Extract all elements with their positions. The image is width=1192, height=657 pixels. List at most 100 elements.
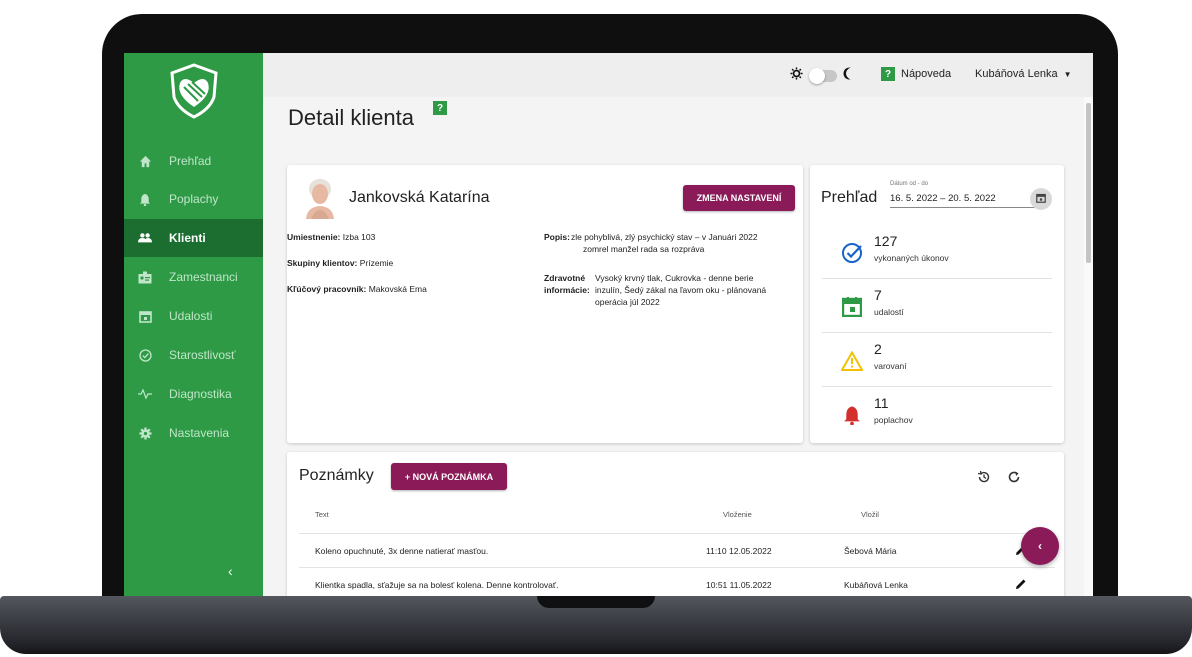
health-label-1: Zdravotné [544, 273, 586, 283]
stat-events: 7 udalostí [822, 279, 1052, 333]
sidebar-item-label: Nastavenia [169, 426, 230, 440]
home-icon [138, 154, 152, 168]
description-line-2: zomrel manžel rada sa rozpráva [583, 244, 705, 254]
stat-value: 2 [874, 341, 882, 357]
client-groups-field: Skupiny klientov: Prízemie [287, 257, 393, 269]
stat-label: poplachov [874, 415, 913, 425]
overview-card: Prehľad Dátum od - do 16. 5. 2022 – 20. … [810, 165, 1064, 443]
stat-label: udalostí [874, 307, 904, 317]
overview-title: Prehľad [821, 189, 878, 206]
sidebar-item-zamestnanci[interactable]: Zamestnanci [124, 258, 263, 296]
description-label: Popis: [544, 232, 570, 242]
pencil-icon[interactable] [1015, 578, 1027, 590]
stat-label: vykonaných úkonov [874, 253, 949, 263]
sun-icon [790, 67, 803, 85]
page-title: Detail klienta [288, 105, 414, 130]
client-groups-label: Skupiny klientov: [287, 258, 358, 268]
sidebar-item-diagnostika[interactable]: Diagnostika [124, 375, 263, 413]
column-header-text[interactable]: Text [315, 510, 329, 519]
date-range-label: Dátum od - do [890, 181, 929, 187]
notes-title: Poznámky [299, 467, 374, 484]
sidebar-item-label: Klienti [169, 231, 206, 245]
notes-card: Poznámky + NOVÁ POZNÁMKA Text Vloženie V… [287, 452, 1064, 596]
check-circle-icon [138, 348, 152, 362]
health-line-2: inzulín, Šedý zákal na ľavom oku - pláno… [595, 285, 767, 295]
sidebar-item-prehlad[interactable]: Prehľad [124, 142, 263, 180]
calendar-icon [1036, 190, 1046, 208]
client-card: Jankovská Katarína ZMENA NASTAVENÍ Umies… [287, 165, 803, 443]
health-line-3: operácia júl 2022 [595, 297, 660, 307]
caret-down-icon: ▼ [1063, 70, 1072, 79]
client-groups-value: Prízemie [359, 258, 394, 268]
change-settings-button[interactable]: ZMENA NASTAVENÍ [683, 185, 795, 211]
sidebar-item-nastavenia[interactable]: Nastavenia [124, 414, 263, 452]
user-menu[interactable]: Kubáňová Lenka ▼ [975, 68, 1072, 80]
scrollbar-thumb[interactable] [1086, 103, 1091, 263]
sidebar: Prehľad Poplachy Klienti Zamestnanci Uda… [124, 53, 263, 596]
sidebar-item-label: Poplachy [169, 192, 219, 206]
sidebar-item-label: Starostlivosť [169, 348, 236, 362]
note-author: Kubáňová Lenka [844, 580, 908, 590]
sidebar-item-label: Zamestnanci [169, 270, 238, 284]
table-row[interactable]: Klientka spadla, sťažuje sa na bolesť ko… [299, 567, 1055, 596]
sidebar-item-klienti[interactable]: Klienti [124, 219, 263, 257]
stat-value: 127 [874, 233, 898, 249]
note-text: Koleno opuchnuté, 3x denne natierať masť… [315, 546, 489, 556]
page-help-icon[interactable]: ? [433, 101, 447, 115]
sidebar-item-udalosti[interactable]: Udalosti [124, 297, 263, 335]
avatar [303, 177, 337, 219]
stat-alarms: 11 poplachov [822, 387, 1052, 441]
key-worker-value: Makovská Ema [368, 284, 427, 294]
refresh-icon[interactable] [1007, 470, 1021, 489]
note-inserted: 11:10 12.05.2022 [706, 546, 772, 556]
help-link[interactable]: ? Nápoveda [881, 67, 951, 81]
location-value: Izba 103 [342, 232, 376, 242]
stat-warnings: 2 varovaní [822, 333, 1052, 387]
pulse-icon [138, 387, 152, 401]
sidebar-item-label: Udalosti [169, 309, 213, 323]
table-row[interactable]: Koleno opuchnuté, 3x denne natierať masť… [299, 533, 1055, 567]
bell-icon [840, 403, 864, 427]
calendar-icon [138, 309, 152, 323]
sidebar-item-label: Prehľad [169, 154, 212, 168]
new-note-button[interactable]: + NOVÁ POZNÁMKA [391, 463, 507, 490]
sidebar-collapse-button[interactable]: ‹ [228, 563, 233, 579]
floating-action-button[interactable]: ‹ [1021, 527, 1059, 565]
key-worker-label: Kľúčový pracovník: [287, 284, 367, 294]
history-icon[interactable] [977, 470, 991, 489]
bell-icon [138, 192, 152, 206]
stat-value: 7 [874, 287, 882, 303]
sidebar-item-starostlivost[interactable]: Starostlivosť [124, 336, 263, 374]
gear-icon [138, 426, 152, 440]
calendar-button[interactable] [1030, 188, 1052, 210]
app-screen: Prehľad Poplachy Klienti Zamestnanci Uda… [124, 53, 1093, 596]
note-text: Klientka spadla, sťažuje sa na bolesť ko… [315, 580, 559, 590]
sidebar-item-label: Diagnostika [169, 387, 232, 401]
top-bar: ? Nápoveda Kubáňová Lenka ▼ [263, 53, 1093, 97]
theme-switcher[interactable] [790, 67, 854, 85]
client-name: Jankovská Katarína [349, 189, 490, 206]
moon-icon [843, 67, 854, 85]
note-inserted: 10:51 11.05.2022 [706, 580, 772, 590]
help-icon: ? [881, 67, 895, 81]
help-label: Nápoveda [901, 68, 952, 80]
column-header-author[interactable]: Vložil [861, 510, 879, 519]
people-icon [138, 231, 152, 245]
theme-toggle[interactable] [809, 68, 837, 84]
stat-actions: 127 vykonaných úkonov [822, 225, 1052, 279]
stat-label: varovaní [874, 361, 907, 371]
note-author: Šebová Mária [844, 546, 897, 556]
health-label-2: informácie: [544, 285, 590, 295]
check-circle-icon [840, 241, 864, 265]
heart-logo-icon [170, 63, 218, 119]
stat-value: 11 [874, 395, 889, 411]
calendar-icon [840, 295, 864, 319]
date-range-input[interactable]: 16. 5. 2022 – 20. 5. 2022 [890, 193, 1040, 208]
laptop-mockup: Prehľad Poplachy Klienti Zamestnanci Uda… [0, 0, 1192, 657]
health-line-1: Vysoký krvný tlak, Cukrovka - denne beri… [595, 273, 754, 283]
user-name: Kubáňová Lenka [975, 68, 1058, 80]
column-header-inserted[interactable]: Vloženie [723, 510, 752, 519]
badge-icon [138, 270, 152, 284]
sidebar-item-poplachy[interactable]: Poplachy [124, 180, 263, 218]
warning-icon [840, 349, 864, 373]
